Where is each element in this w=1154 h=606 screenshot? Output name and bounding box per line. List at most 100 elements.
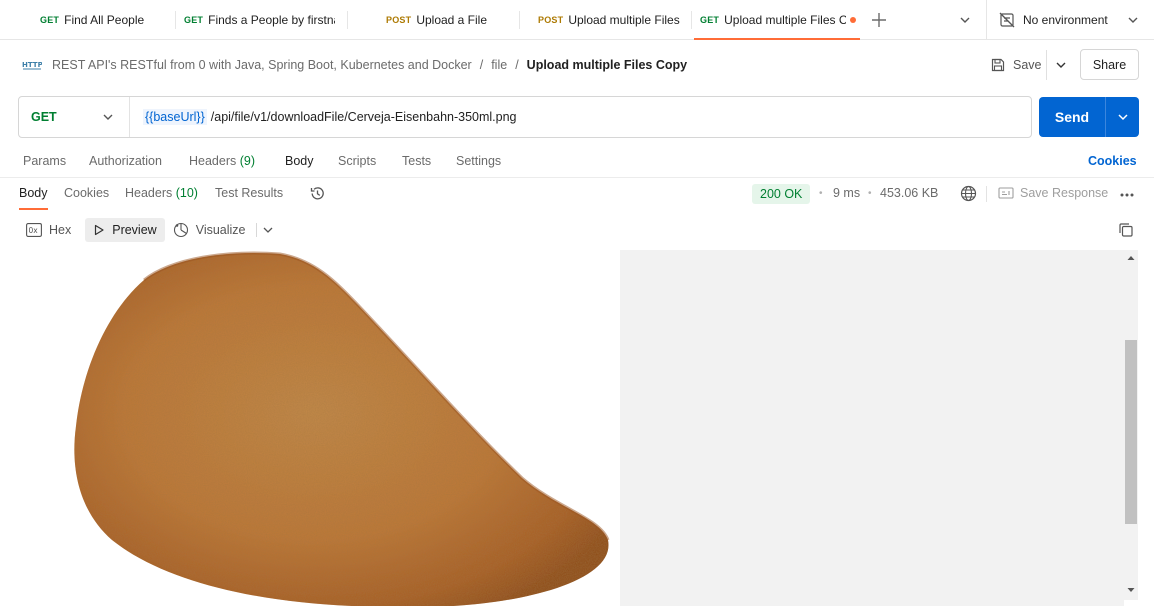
scrollbar-thumb[interactable]: [1125, 340, 1137, 524]
method-value: GET: [31, 110, 57, 124]
share-button[interactable]: Share: [1080, 49, 1139, 80]
save-icon: [991, 58, 1005, 72]
method-select[interactable]: GET: [19, 97, 130, 137]
response-time[interactable]: 9 ms: [833, 186, 860, 200]
response-headers-count: (10): [175, 186, 198, 200]
plus-icon[interactable]: [870, 11, 888, 29]
tab-label: Upload multiple Files Co: [724, 13, 847, 27]
request-tabs: Params Authorization Headers (9) Body Sc…: [0, 150, 1154, 178]
send-button[interactable]: Send: [1039, 97, 1105, 137]
pastel-image: [74, 251, 610, 606]
globe-icon[interactable]: [960, 185, 977, 202]
url-variable[interactable]: {{baseUrl}}: [143, 109, 207, 125]
response-size[interactable]: 453.06 KB: [880, 186, 938, 200]
visualize-label: Visualize: [195, 223, 246, 237]
tab-tests[interactable]: Tests: [402, 154, 431, 168]
tab-method: GET: [184, 15, 204, 25]
response-tab-headers[interactable]: Headers (10): [125, 186, 198, 200]
response-view-toolbar: 0x Hex Preview Visualize: [18, 218, 275, 242]
tab-label: Upload multiple Files: [568, 13, 680, 27]
no-environment-icon: [999, 12, 1015, 28]
environment-selector[interactable]: No environment: [998, 0, 1108, 40]
divider: [255, 223, 257, 237]
separator-dot: •: [868, 188, 872, 199]
tab-method: POST: [386, 15, 412, 25]
url-path: /api/file/v1/downloadFile/Cerveja-Eisenb…: [210, 110, 517, 124]
tab-body[interactable]: Body: [285, 154, 314, 168]
http-icon: HTTP: [22, 61, 42, 70]
svg-text:HTTP: HTTP: [22, 61, 42, 69]
breadcrumb-folder[interactable]: file: [491, 58, 507, 72]
breadcrumb-collection[interactable]: REST API's RESTful from 0 with Java, Spr…: [52, 58, 472, 72]
divider: [986, 0, 987, 40]
preview-label: Preview: [112, 223, 157, 237]
svg-text:0x: 0x: [29, 226, 39, 235]
breadcrumb-separator: /: [515, 58, 519, 72]
divider: [986, 186, 987, 202]
tab-divider: [175, 11, 176, 29]
save-label: Save: [1013, 58, 1042, 72]
save-response-button[interactable]: Save Response: [998, 186, 1108, 200]
separator-dot: •: [819, 188, 823, 199]
preview-button[interactable]: Preview: [85, 218, 165, 242]
send-options-button[interactable]: [1105, 97, 1139, 137]
tab-params[interactable]: Params: [23, 154, 66, 168]
tab-label: Upload a File: [416, 13, 488, 27]
tab-divider: [691, 11, 692, 29]
response-tab-body[interactable]: Body: [19, 186, 48, 210]
breadcrumb-separator: /: [479, 58, 484, 72]
tab-label: Finds a People by firstna: [208, 13, 336, 27]
breadcrumb: HTTP REST API's RESTful from 0 with Java…: [22, 54, 687, 76]
tab-scripts[interactable]: Scripts: [338, 154, 376, 168]
page-title[interactable]: Upload multiple Files Copy: [527, 58, 687, 72]
response-tab-test-results[interactable]: Test Results: [215, 186, 283, 200]
save-response-label: Save Response: [1020, 186, 1109, 200]
response-tab-cookies[interactable]: Cookies: [64, 186, 109, 200]
tab-method: POST: [538, 15, 564, 25]
tab-find-people-by-firstname[interactable]: GET Finds a People by firstna: [184, 0, 335, 40]
chevron-down-icon: [103, 114, 113, 120]
chevron-down-icon: [1056, 62, 1065, 68]
more-icon[interactable]: [1119, 192, 1135, 198]
send-button-group: Send: [1039, 97, 1139, 137]
scroll-up-icon[interactable]: [1126, 254, 1136, 262]
visualize-button[interactable]: Visualize: [165, 218, 254, 242]
url-input[interactable]: {{baseUrl}} /api/file/v1/downloadFile/Ce…: [143, 97, 517, 137]
copy-icon[interactable]: [1118, 222, 1134, 238]
history-icon[interactable]: [309, 185, 326, 202]
chevron-down-icon[interactable]: [1126, 14, 1140, 26]
cookies-link[interactable]: Cookies: [1088, 154, 1137, 168]
tab-divider: [347, 11, 348, 29]
hex-button[interactable]: 0x Hex: [18, 218, 79, 242]
tab-label: Find All People: [64, 13, 145, 27]
hex-icon: 0x: [26, 223, 42, 237]
save-response-icon: [998, 187, 1014, 199]
response-tabs: Body Cookies Headers (10) Test Results: [0, 182, 1154, 210]
save-options-button[interactable]: [1046, 50, 1074, 80]
response-tab-headers-label: Headers: [125, 186, 173, 200]
scroll-down-icon[interactable]: [1126, 586, 1136, 594]
tab-settings[interactable]: Settings: [456, 154, 501, 168]
chevron-down-icon: [1117, 114, 1128, 121]
tab-upload-multiple-files-copy[interactable]: GET Upload multiple Files Co: [693, 0, 861, 40]
environment-label: No environment: [1023, 13, 1108, 27]
headers-count: (9): [239, 154, 256, 168]
request-tab-bar: GET Find All People GET Finds a People b…: [0, 0, 1154, 40]
tab-method: GET: [700, 15, 720, 25]
tab-find-all-people[interactable]: GET Find All People: [40, 0, 144, 40]
tab-divider: [519, 11, 520, 29]
play-icon: [95, 224, 104, 236]
preview-background: [620, 250, 1124, 606]
status-badge[interactable]: 200 OK: [752, 184, 811, 204]
tab-headers-label: Headers: [189, 154, 237, 168]
tab-headers[interactable]: Headers (9): [189, 154, 255, 168]
save-button[interactable]: Save: [984, 50, 1048, 80]
tab-authorization[interactable]: Authorization: [89, 154, 162, 168]
tab-upload-a-file[interactable]: POST Upload a File: [386, 0, 487, 40]
chevron-down-icon[interactable]: [261, 224, 275, 236]
tab-upload-multiple-files[interactable]: POST Upload multiple Files: [538, 0, 680, 40]
visualize-icon: [173, 222, 188, 238]
hex-label: Hex: [49, 223, 72, 237]
tab-method: GET: [40, 15, 60, 25]
chevron-down-icon[interactable]: [958, 14, 972, 26]
